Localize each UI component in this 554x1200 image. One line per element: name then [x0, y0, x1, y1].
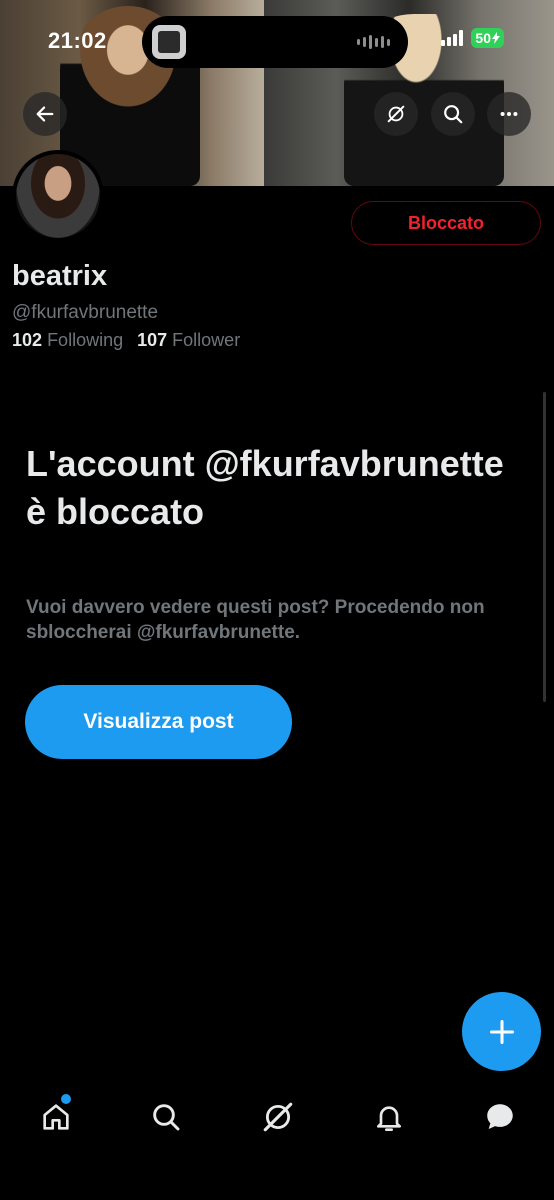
search-button[interactable]: [431, 92, 475, 136]
tab-grok[interactable]: [258, 1090, 298, 1144]
follower-label: Follower: [172, 330, 241, 350]
more-button[interactable]: [487, 92, 531, 136]
home-notification-dot: [61, 1094, 71, 1104]
search-icon: [153, 1104, 180, 1131]
bell-icon: [377, 1106, 401, 1131]
home-icon: [43, 1104, 69, 1130]
tab-search[interactable]: [146, 1090, 186, 1144]
grok-button[interactable]: [374, 92, 418, 136]
blocked-title: L'account @fkurfavbrunette è bloccato: [26, 443, 504, 532]
plus-icon: [489, 1019, 514, 1044]
view-posts-button[interactable]: Visualizza post: [25, 685, 292, 759]
status-indicators: 50: [441, 28, 504, 48]
now-playing-thumbnail: [152, 25, 186, 59]
grok-icon: [387, 105, 405, 123]
more-horizontal-icon: [500, 111, 518, 117]
following-link[interactable]: 102 Following: [12, 330, 123, 351]
blocked-description: Vuoi davvero vedere questi post? Procede…: [26, 597, 485, 643]
follower-count: 107: [137, 330, 168, 350]
follow-counts: 102 Following 107 Follower: [12, 330, 240, 351]
tab-notifications[interactable]: [369, 1090, 409, 1144]
profile-avatar[interactable]: [12, 150, 104, 242]
tab-home[interactable]: [36, 1090, 76, 1144]
bottom-tab-bar: [0, 1090, 554, 1150]
following-label: Following: [47, 330, 124, 350]
grok-icon: [263, 1102, 293, 1132]
status-time: 21:02: [48, 28, 107, 53]
scrollbar[interactable]: [543, 392, 546, 702]
dynamic-island[interactable]: [142, 16, 408, 68]
following-count: 102: [12, 330, 43, 350]
audio-waveform-icon: [357, 34, 390, 50]
battery-icon: 50: [471, 28, 504, 48]
arrow-left-icon: [36, 106, 54, 122]
tab-messages[interactable]: [480, 1090, 520, 1144]
display-name: beatrix: [12, 260, 108, 292]
user-handle: @fkurfavbrunette: [12, 302, 159, 323]
battery-level: 50: [475, 30, 491, 46]
compose-button[interactable]: [462, 992, 541, 1071]
messages-icon: [487, 1104, 513, 1130]
cellular-signal-icon: [441, 30, 464, 46]
blocked-button[interactable]: Bloccato: [351, 201, 541, 245]
followers-link[interactable]: 107 Follower: [137, 330, 240, 351]
search-icon: [444, 105, 463, 124]
back-button[interactable]: [23, 92, 67, 136]
